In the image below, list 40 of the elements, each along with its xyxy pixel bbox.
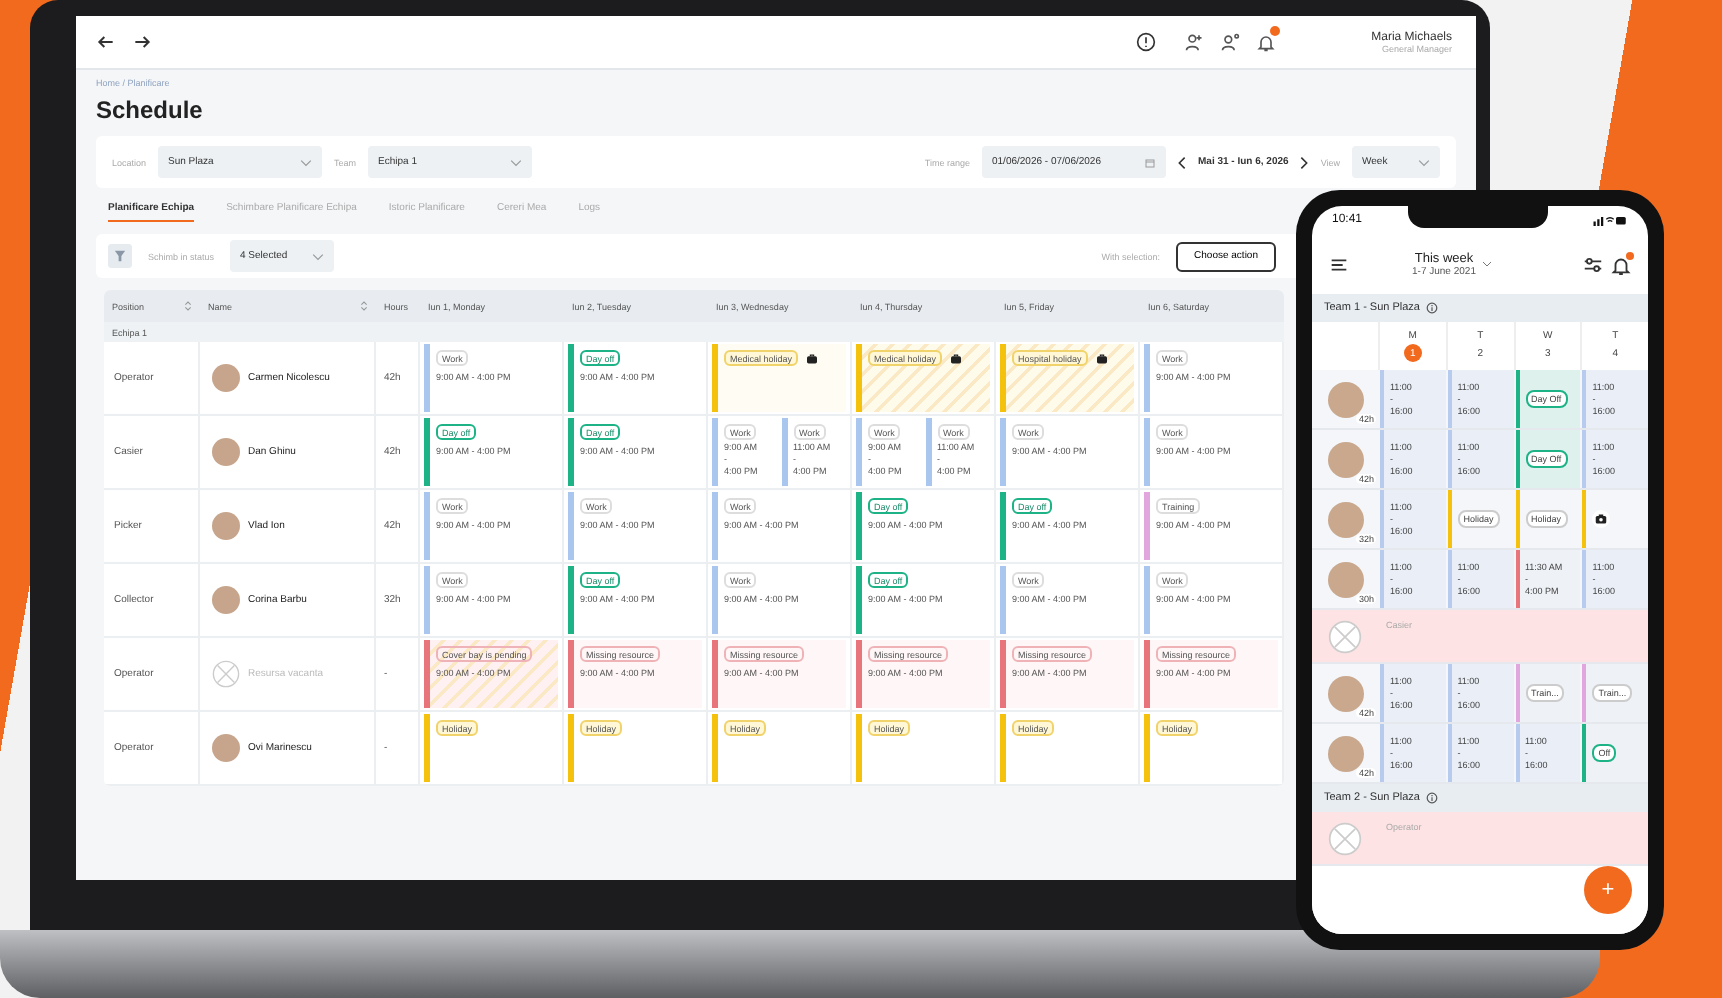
info-icon[interactable] xyxy=(1426,792,1438,804)
user-icon[interactable] xyxy=(1219,32,1240,52)
calendar-icon xyxy=(1144,157,1156,167)
chevron-down-icon xyxy=(510,157,523,167)
filter-icon[interactable] xyxy=(108,244,132,268)
chevron-down-icon[interactable] xyxy=(1481,260,1492,268)
avatar xyxy=(1327,381,1363,417)
avatar xyxy=(212,734,240,762)
avatar xyxy=(1327,675,1363,711)
vacant-avatar-icon xyxy=(1328,821,1362,855)
avatar xyxy=(1327,501,1363,537)
avatar xyxy=(1327,441,1363,477)
help-icon[interactable] xyxy=(1135,32,1156,52)
avatar xyxy=(212,512,240,540)
briefcase-icon xyxy=(806,353,819,363)
next-week-icon[interactable] xyxy=(1300,155,1309,169)
bell-icon[interactable] xyxy=(1255,32,1276,52)
vacant-avatar-icon xyxy=(212,660,240,688)
filter-sliders-icon[interactable] xyxy=(1582,253,1604,275)
vacant-avatar-icon xyxy=(1328,619,1362,653)
avatar xyxy=(212,586,240,614)
avatar xyxy=(212,438,240,466)
briefcase-icon xyxy=(1095,353,1108,363)
chevron-down-icon xyxy=(300,157,313,167)
camera-icon xyxy=(1592,510,1611,528)
add-user-icon[interactable] xyxy=(1183,32,1204,52)
back-arrow-icon[interactable] xyxy=(96,32,116,52)
bell-icon[interactable] xyxy=(1610,253,1632,275)
page-title: Schedule xyxy=(96,96,205,124)
avatar xyxy=(1327,735,1363,771)
phone-notch xyxy=(1407,206,1547,228)
briefcase-icon xyxy=(950,353,963,363)
chevron-down-icon xyxy=(312,251,325,261)
status-icons-drawing xyxy=(1591,214,1628,226)
previous-week-icon[interactable] xyxy=(1178,155,1186,169)
chevron-down-icon xyxy=(1418,157,1430,167)
avatar xyxy=(1327,561,1363,597)
avatar xyxy=(212,364,240,392)
forward-arrow-icon[interactable] xyxy=(132,32,152,52)
info-icon[interactable] xyxy=(1426,302,1438,314)
